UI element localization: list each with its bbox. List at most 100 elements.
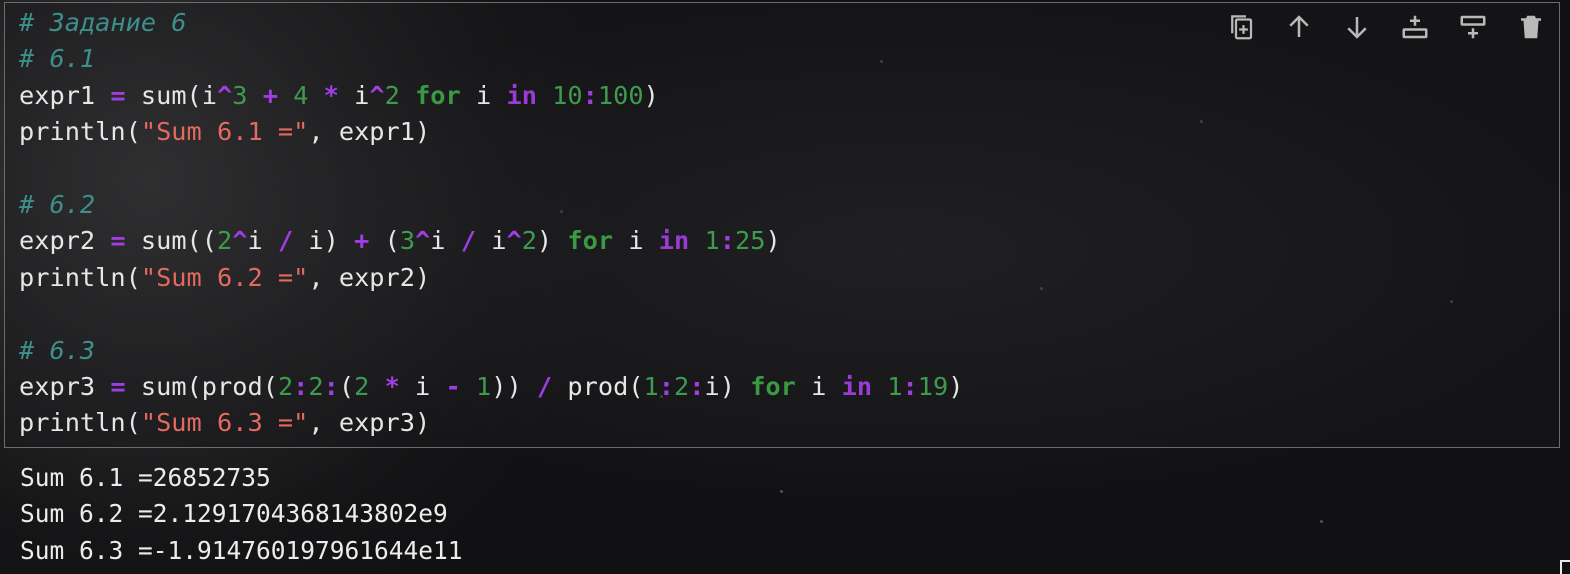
code-token: sum(i [125, 80, 218, 110]
code-token: expr3 [19, 371, 111, 401]
code-token: , expr1) [308, 117, 431, 147]
code-token: println( [19, 408, 141, 438]
code-token: , expr2) [308, 262, 431, 292]
code-token: : [582, 80, 598, 110]
cell-toolbar [1223, 11, 1549, 43]
code-token: i) [293, 226, 355, 256]
code-token: 19 [917, 371, 949, 401]
output-line: Sum 6.2 =2.1291704368143802e9 [20, 499, 448, 529]
code-token: : [323, 371, 339, 401]
code-token: sum(( [125, 226, 218, 256]
code-token: # 6.1 [19, 44, 96, 74]
code-token: 2 [308, 371, 324, 401]
code-token: : [293, 371, 309, 401]
code-token: for [567, 226, 614, 256]
code-token: / [460, 226, 476, 256]
copy-cell-icon [1231, 15, 1253, 40]
code-token: "Sum 6.1 =" [140, 117, 309, 147]
code-token: 1 [887, 371, 903, 401]
code-line[interactable]: println("Sum 6.1 =", expr1) [19, 114, 963, 150]
move-down-icon [1347, 17, 1367, 39]
code-line[interactable]: println("Sum 6.2 =", expr2) [19, 260, 963, 296]
code-token: 2 [384, 80, 400, 110]
code-token: i [430, 226, 461, 256]
code-token: ) [536, 226, 568, 256]
code-token: : [719, 226, 735, 256]
code-token: )) [491, 371, 537, 401]
code-token: + [354, 226, 370, 256]
code-token: / [277, 226, 294, 256]
code-token: expr1 [19, 80, 111, 110]
code-line[interactable]: expr1 = sum(i^3 + 4 * i^2 for i in 10:10… [19, 78, 963, 114]
code-token: ^ [506, 226, 522, 256]
code-token: 10 [552, 80, 583, 110]
code-token: = [110, 80, 126, 110]
code-token: i [399, 371, 446, 401]
code-token: "Sum 6.2 =" [140, 262, 309, 292]
code-token: 3 [399, 226, 416, 256]
delete-cell-button[interactable] [1513, 11, 1549, 43]
resize-handle[interactable] [1560, 560, 1570, 574]
code-line[interactable]: # Задание 6 [19, 5, 963, 41]
move-up-button[interactable] [1281, 11, 1317, 43]
move-up-icon [1289, 15, 1309, 37]
code-line[interactable] [19, 151, 963, 187]
move-down-button[interactable] [1339, 11, 1375, 43]
code-line[interactable]: expr3 = sum(prod(2:2:(2 * i - 1)) / prod… [19, 369, 963, 405]
code-token: expr2 [19, 226, 111, 256]
code-token: in [506, 80, 537, 110]
code-token: ^ [415, 226, 431, 256]
code-token: i [613, 226, 659, 256]
code-token: ( [369, 226, 400, 256]
copy-cell-button[interactable] [1223, 11, 1259, 43]
code-token: println( [19, 117, 141, 147]
code-token: # 6.3 [19, 335, 96, 365]
code-line[interactable]: # 6.3 [19, 333, 963, 369]
code-token: for [415, 80, 461, 110]
code-token: , expr3) [308, 408, 431, 438]
code-cell[interactable]: # Задание 6 # 6.1 expr1 = sum(i^3 + 4 * i^… [4, 2, 1560, 448]
code-token: + [262, 80, 278, 110]
code-token: i [338, 80, 370, 110]
code-token: : [902, 371, 918, 401]
code-editor[interactable]: # Задание 6 # 6.1 expr1 = sum(i^3 + 4 * i^… [19, 5, 963, 442]
code-token: ) [765, 226, 781, 256]
code-token: "Sum 6.3 =" [140, 408, 309, 438]
output-line: Sum 6.3 =-1.914760197961644e11 [20, 535, 463, 565]
code-token: ) [948, 371, 964, 401]
code-token: prod( [552, 371, 644, 401]
code-token: println( [19, 262, 141, 292]
code-token: sum(prod( [125, 371, 278, 401]
code-line[interactable]: expr2 = sum((2^i / i) + (3^i / i^2) for … [19, 223, 963, 259]
code-token: * [384, 371, 400, 401]
code-line[interactable] [19, 296, 963, 332]
code-token: : [658, 371, 675, 401]
code-line[interactable]: # 6.2 [19, 187, 963, 223]
code-token: in [841, 371, 873, 401]
code-token: 2 [521, 226, 537, 256]
code-token: 2 [277, 371, 294, 401]
code-token: ^ [369, 80, 385, 110]
insert-cell-below-button[interactable] [1397, 11, 1433, 43]
code-token: i [247, 226, 278, 256]
code-line[interactable]: println("Sum 6.3 =", expr3) [19, 405, 963, 441]
code-token: 4 [293, 80, 309, 110]
code-token: 1 [704, 226, 720, 256]
code-token: 100 [597, 80, 644, 110]
code-line[interactable]: # 6.1 [19, 41, 963, 77]
code-token: : [689, 371, 705, 401]
code-token: 3 [232, 80, 248, 110]
code-token: in [658, 226, 690, 256]
code-token: = [110, 371, 126, 401]
insert-cell-above-button[interactable] [1455, 11, 1491, 43]
code-token: - [445, 371, 461, 401]
code-token: # 6.2 [19, 189, 96, 219]
code-token: 1 [643, 371, 659, 401]
